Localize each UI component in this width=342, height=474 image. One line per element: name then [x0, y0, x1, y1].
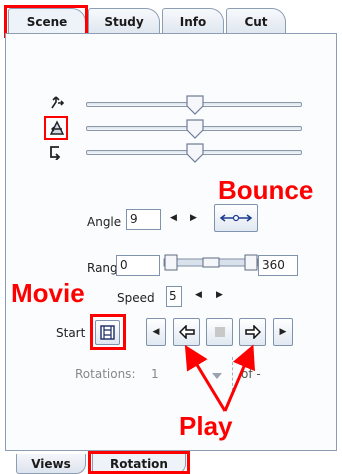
- rotation-tab-highlight: [88, 451, 190, 474]
- play-arrow-right: [223, 344, 255, 412]
- play-annotation-arrows: [184, 344, 255, 412]
- tab-views-label: Views: [31, 456, 71, 471]
- play-arrow-left: [184, 344, 227, 412]
- play-annotation: Play: [179, 411, 233, 441]
- tab-views[interactable]: Views: [16, 454, 86, 474]
